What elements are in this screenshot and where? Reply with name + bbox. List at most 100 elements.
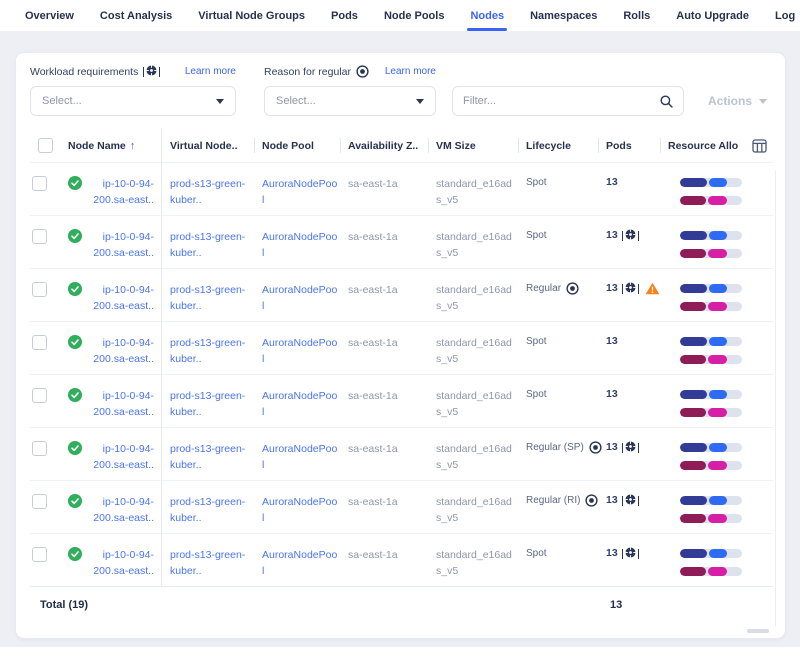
node-name-link[interactable]: ip-10-0-94-200.sa-east.. bbox=[87, 494, 154, 533]
workload-requirements-select[interactable]: Select... bbox=[30, 86, 236, 116]
memory-allocation-bar bbox=[680, 196, 742, 205]
cpu-allocation-bar bbox=[680, 178, 742, 187]
reason-for-regular-select[interactable]: Select... bbox=[264, 86, 436, 116]
virtual-node-group-link[interactable]: prod-s13-green-kuber.. bbox=[170, 441, 246, 474]
node-pool-link[interactable]: AuroraNodePool bbox=[262, 229, 338, 262]
column-header-resource-allocation[interactable]: Resource Allo bbox=[660, 129, 752, 162]
table-footer: Total (19) 13 bbox=[30, 586, 773, 622]
table-row: ip-10-0-94-200.sa-east.. prod-s13-green-… bbox=[30, 374, 773, 427]
vm-size-value: standard_e16ads_v5 bbox=[436, 176, 514, 209]
select-all-checkbox[interactable] bbox=[38, 138, 53, 153]
workload-requirements-label: Workload requirements bbox=[30, 65, 160, 78]
tab-pods[interactable]: Pods bbox=[318, 0, 371, 31]
cpu-allocation-bar bbox=[680, 337, 742, 346]
tab-overview[interactable]: Overview bbox=[12, 0, 87, 31]
node-pool-link[interactable]: AuroraNodePool bbox=[262, 388, 338, 421]
column-header-pods[interactable]: Pods bbox=[598, 129, 660, 162]
pods-count: 13 bbox=[606, 441, 618, 454]
filter-search-box bbox=[452, 86, 684, 116]
memory-allocation-bar bbox=[680, 408, 742, 417]
vm-size-value: standard_e16ads_v5 bbox=[436, 441, 514, 474]
virtual-node-group-link[interactable]: prod-s13-green-kuber.. bbox=[170, 494, 246, 527]
virtual-node-group-link[interactable]: prod-s13-green-kuber.. bbox=[170, 282, 246, 315]
row-checkbox[interactable] bbox=[32, 547, 47, 562]
column-header-vm-size[interactable]: VM Size bbox=[428, 129, 518, 162]
table-row: ip-10-0-94-200.sa-east.. prod-s13-green-… bbox=[30, 215, 773, 268]
tab-virtual-node-groups[interactable]: Virtual Node Groups bbox=[185, 0, 318, 31]
column-header-virtual-node-group[interactable]: Virtual Node.. bbox=[162, 129, 254, 162]
reason-for-regular-icon bbox=[356, 65, 369, 78]
pods-count: 13 bbox=[606, 229, 618, 242]
availability-zone-value: sa-east-1a bbox=[348, 390, 398, 402]
column-settings-icon[interactable] bbox=[752, 139, 767, 153]
tab-node-pools[interactable]: Node Pools bbox=[371, 0, 458, 31]
node-pool-link[interactable]: AuroraNodePool bbox=[262, 441, 338, 474]
virtual-node-group-link[interactable]: prod-s13-green-kuber.. bbox=[170, 229, 246, 262]
reason-select-value: Select... bbox=[276, 95, 316, 107]
resource-allocation-bars bbox=[680, 231, 752, 258]
column-header-node-pool[interactable]: Node Pool bbox=[254, 129, 340, 162]
search-icon bbox=[660, 95, 673, 108]
node-name-link[interactable]: ip-10-0-94-200.sa-east.. bbox=[87, 335, 154, 374]
warning-icon[interactable] bbox=[645, 282, 660, 295]
node-name-link[interactable]: ip-10-0-94-200.sa-east.. bbox=[87, 229, 154, 268]
tab-auto-upgrade[interactable]: Auto Upgrade bbox=[663, 0, 762, 31]
virtual-node-group-link[interactable]: prod-s13-green-kuber.. bbox=[170, 335, 246, 368]
node-pool-link[interactable]: AuroraNodePool bbox=[262, 494, 338, 527]
row-checkbox[interactable] bbox=[32, 282, 47, 297]
reason-learn-more-link[interactable]: Learn more bbox=[385, 66, 436, 77]
node-pool-link[interactable]: AuroraNodePool bbox=[262, 282, 338, 315]
row-checkbox[interactable] bbox=[32, 388, 47, 403]
tab-nodes[interactable]: Nodes bbox=[457, 0, 517, 31]
lifecycle-value: Spot bbox=[526, 229, 547, 243]
tab-cost-analysis[interactable]: Cost Analysis bbox=[87, 0, 185, 31]
reason-for-regular-filter: Reason for regular Learn more Select... bbox=[264, 65, 436, 116]
top-nav-tabs: OverviewCost AnalysisVirtual Node Groups… bbox=[0, 0, 800, 31]
column-header-lifecycle[interactable]: Lifecycle bbox=[518, 129, 598, 162]
filter-input[interactable] bbox=[463, 95, 660, 107]
node-name-link[interactable]: ip-10-0-94-200.sa-east.. bbox=[87, 441, 154, 480]
memory-allocation-bar bbox=[680, 461, 742, 470]
node-pool-link[interactable]: AuroraNodePool bbox=[262, 176, 338, 209]
lifecycle-reason-icon bbox=[585, 494, 598, 507]
row-checkbox[interactable] bbox=[32, 441, 47, 456]
tab-log[interactable]: Log bbox=[762, 0, 800, 31]
actions-button[interactable]: Actions bbox=[708, 94, 773, 116]
vm-size-value: standard_e16ads_v5 bbox=[436, 547, 514, 580]
workload-requirements-icon bbox=[143, 65, 160, 78]
tab-namespaces[interactable]: Namespaces bbox=[517, 0, 610, 31]
tab-rolls[interactable]: Rolls bbox=[610, 0, 663, 31]
node-name-link[interactable]: ip-10-0-94-200.sa-east.. bbox=[87, 388, 154, 427]
sort-asc-icon[interactable]: ↑ bbox=[130, 140, 136, 152]
node-name-link[interactable]: ip-10-0-94-200.sa-east.. bbox=[87, 547, 154, 586]
chevron-down-icon bbox=[216, 99, 224, 104]
cpu-allocation-bar bbox=[680, 231, 742, 240]
virtual-node-group-link[interactable]: prod-s13-green-kuber.. bbox=[170, 547, 246, 580]
vm-size-value: standard_e16ads_v5 bbox=[436, 494, 514, 527]
resource-allocation-bars bbox=[680, 390, 752, 417]
availability-zone-value: sa-east-1a bbox=[348, 231, 398, 243]
availability-zone-value: sa-east-1a bbox=[348, 549, 398, 561]
virtual-node-group-link[interactable]: prod-s13-green-kuber.. bbox=[170, 388, 246, 421]
resource-allocation-bars bbox=[680, 443, 752, 470]
horizontal-scrollbar-thumb[interactable] bbox=[747, 629, 769, 633]
row-checkbox[interactable] bbox=[32, 494, 47, 509]
row-checkbox[interactable] bbox=[32, 335, 47, 350]
row-checkbox[interactable] bbox=[32, 229, 47, 244]
node-pool-link[interactable]: AuroraNodePool bbox=[262, 335, 338, 368]
workload-learn-more-link[interactable]: Learn more bbox=[185, 66, 236, 77]
row-checkbox[interactable] bbox=[32, 176, 47, 191]
node-pool-link[interactable]: AuroraNodePool bbox=[262, 547, 338, 580]
node-name-link[interactable]: ip-10-0-94-200.sa-east.. bbox=[87, 176, 154, 215]
workload-select-value: Select... bbox=[42, 95, 82, 107]
node-name-link[interactable]: ip-10-0-94-200.sa-east.. bbox=[87, 282, 154, 321]
column-header-availability-zone[interactable]: Availability Z.. bbox=[340, 129, 428, 162]
virtual-node-group-link[interactable]: prod-s13-green-kuber.. bbox=[170, 176, 246, 209]
availability-zone-value: sa-east-1a bbox=[348, 337, 398, 349]
scroll-divider bbox=[775, 171, 776, 626]
pods-workload-badge bbox=[622, 282, 639, 295]
resource-allocation-bars bbox=[680, 496, 752, 523]
column-header-node-name[interactable]: Node Name ↑ bbox=[60, 129, 162, 162]
pods-count: 13 bbox=[606, 547, 618, 560]
lifecycle-value: Spot bbox=[526, 176, 547, 190]
